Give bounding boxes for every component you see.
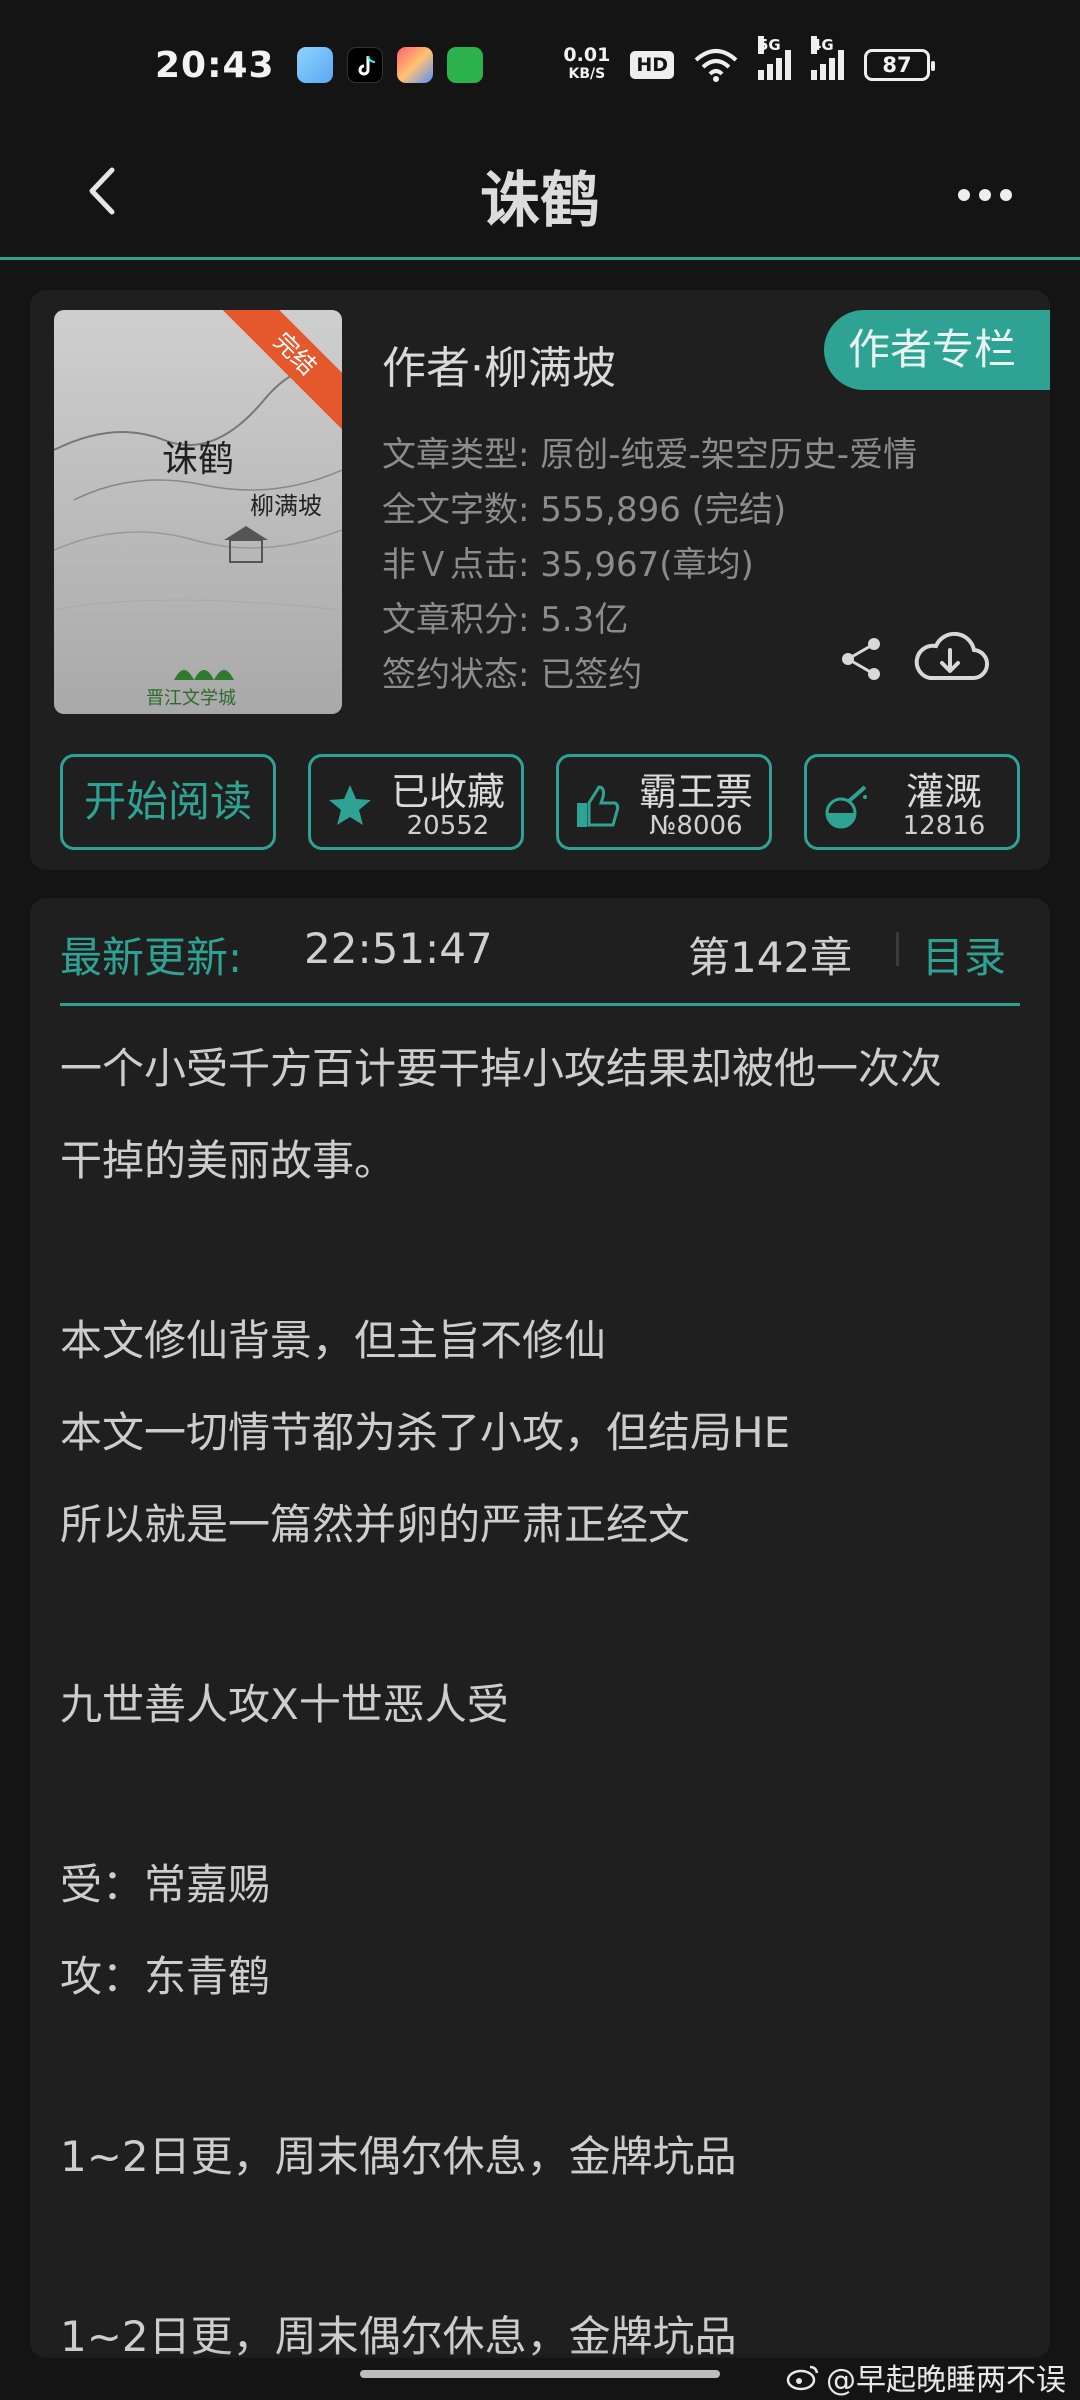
more-options-button[interactable] xyxy=(940,170,1030,220)
action-row: 开始阅读 已收藏 20552 霸王票 №8006 灌溉 12816 xyxy=(60,754,1020,850)
watering-flask-icon xyxy=(825,785,867,829)
battery-indicator: 87 xyxy=(864,49,935,81)
overlord-ticket-button[interactable]: 霸王票 №8006 xyxy=(556,754,772,850)
table-of-contents-link[interactable]: 目录 xyxy=(922,924,1006,985)
signal-4g-icon: 4G xyxy=(811,36,844,80)
cover-title: 诛鹤 xyxy=(162,439,235,480)
intro-card: 最新更新: 22:51:47 第142章 目录 一个小受千方百计要干掉小攻结果却… xyxy=(30,898,1050,2358)
author-column-button[interactable]: 作者专栏 xyxy=(824,310,1050,390)
latest-update-label: 最新更新: xyxy=(60,933,243,982)
synopsis-line xyxy=(60,1228,1020,1316)
ticket-rank: №8006 xyxy=(649,811,743,841)
synopsis-line xyxy=(60,1772,1020,1860)
publisher-logo: 晋江文学城 xyxy=(146,688,236,709)
start-reading-button[interactable]: 开始阅读 xyxy=(60,754,276,850)
share-icon[interactable] xyxy=(836,634,886,684)
synopsis-line: 一个小受千方百计要干掉小攻结果却被他一次次 xyxy=(60,1044,943,1093)
signal-5g-icon: 5G xyxy=(758,36,791,80)
status-time: 20:43 xyxy=(155,44,275,86)
irrigate-count: 12816 xyxy=(902,811,986,841)
divider xyxy=(896,932,899,966)
synopsis-line xyxy=(60,2224,1020,2312)
star-icon xyxy=(329,785,371,825)
meta-clicks: 非Ｖ点击: 35,967(章均) xyxy=(382,545,754,585)
latest-update-time: 22:51:47 xyxy=(304,924,493,973)
meta-genre: 文章类型: 原创-纯爱-架空历史-爱情 xyxy=(382,435,918,475)
colorful-app-icon xyxy=(396,47,433,83)
favorite-label: 已收藏 xyxy=(390,770,505,814)
watermark: @早起晚睡两不误 xyxy=(786,2355,1066,2399)
cloud-download-icon[interactable] xyxy=(910,628,990,688)
latest-update-bar[interactable]: 最新更新: 22:51:47 第142章 目录 xyxy=(60,898,1020,1006)
book-cover[interactable]: 诛鹤 柳满坡 完结 晋江文学城 xyxy=(54,310,342,714)
nav-bar: 诛鹤 xyxy=(0,130,1080,260)
green-app-icon xyxy=(446,47,483,83)
network-speed: 0.01 KB/S xyxy=(563,44,611,83)
more-dot-icon xyxy=(1000,189,1012,201)
synopsis-line: 干掉的美丽故事。 xyxy=(60,1136,397,1185)
synopsis-line: 受：常嘉赐 xyxy=(60,1860,271,1909)
page-title: 诛鹤 xyxy=(480,166,600,236)
synopsis-line xyxy=(60,1592,1020,1680)
more-dot-icon xyxy=(958,189,970,201)
status-bar: 20:43 0.01 KB/S HD 5G 4G 87 xyxy=(0,0,1080,130)
book-synopsis: 一个小受千方百计要干掉小攻结果却被他一次次 干掉的美丽故事。 本文修仙背景，但主… xyxy=(60,1044,1020,2358)
irrigate-button[interactable]: 灌溉 12816 xyxy=(804,754,1020,850)
synopsis-line: 本文一切情节都为杀了小攻，但结局HE xyxy=(60,1408,791,1457)
cover-author: 柳满坡 xyxy=(250,492,322,520)
weibo-icon xyxy=(786,2365,819,2391)
watermark-text: @早起晚睡两不误 xyxy=(826,2363,1066,2398)
synopsis-line: 九世善人攻X十世恶人受 xyxy=(60,1680,509,1729)
synopsis-line: 所以就是一篇然并卵的严肃正经文 xyxy=(60,1500,691,1549)
more-dot-icon xyxy=(979,189,991,201)
latest-chapter[interactable]: 第142章 xyxy=(688,924,852,985)
wifi-icon xyxy=(694,49,738,82)
author-name[interactable]: 作者·柳满坡 xyxy=(382,332,616,396)
meta-word-count: 全文字数: 555,896 (完结) xyxy=(382,490,787,530)
synopsis-line xyxy=(60,2044,1020,2132)
ticket-label: 霸王票 xyxy=(638,770,753,814)
status-app-icons xyxy=(296,47,483,83)
synopsis-line: 攻：东青鹤 xyxy=(60,1952,271,2001)
thumbs-up-icon xyxy=(577,785,620,827)
hd-voice-badge: HD xyxy=(630,51,674,79)
bunny-app-icon xyxy=(296,47,333,83)
synopsis-line: 本文修仙背景，但主旨不修仙 xyxy=(60,1316,607,1365)
irrigate-label: 灌溉 xyxy=(905,770,982,814)
tiktok-icon xyxy=(346,47,383,83)
favorite-button[interactable]: 已收藏 20552 xyxy=(308,754,524,850)
book-info-card: 诛鹤 柳满坡 完结 晋江文学城 作者·柳满坡 作者专栏 文章类型: 原创-纯爱-… xyxy=(30,290,1050,870)
favorite-count: 20552 xyxy=(406,811,490,841)
home-indicator[interactable] xyxy=(360,2370,720,2378)
synopsis-line: 1~2日更，周末偶尔休息，金牌坑品 xyxy=(60,2132,737,2181)
